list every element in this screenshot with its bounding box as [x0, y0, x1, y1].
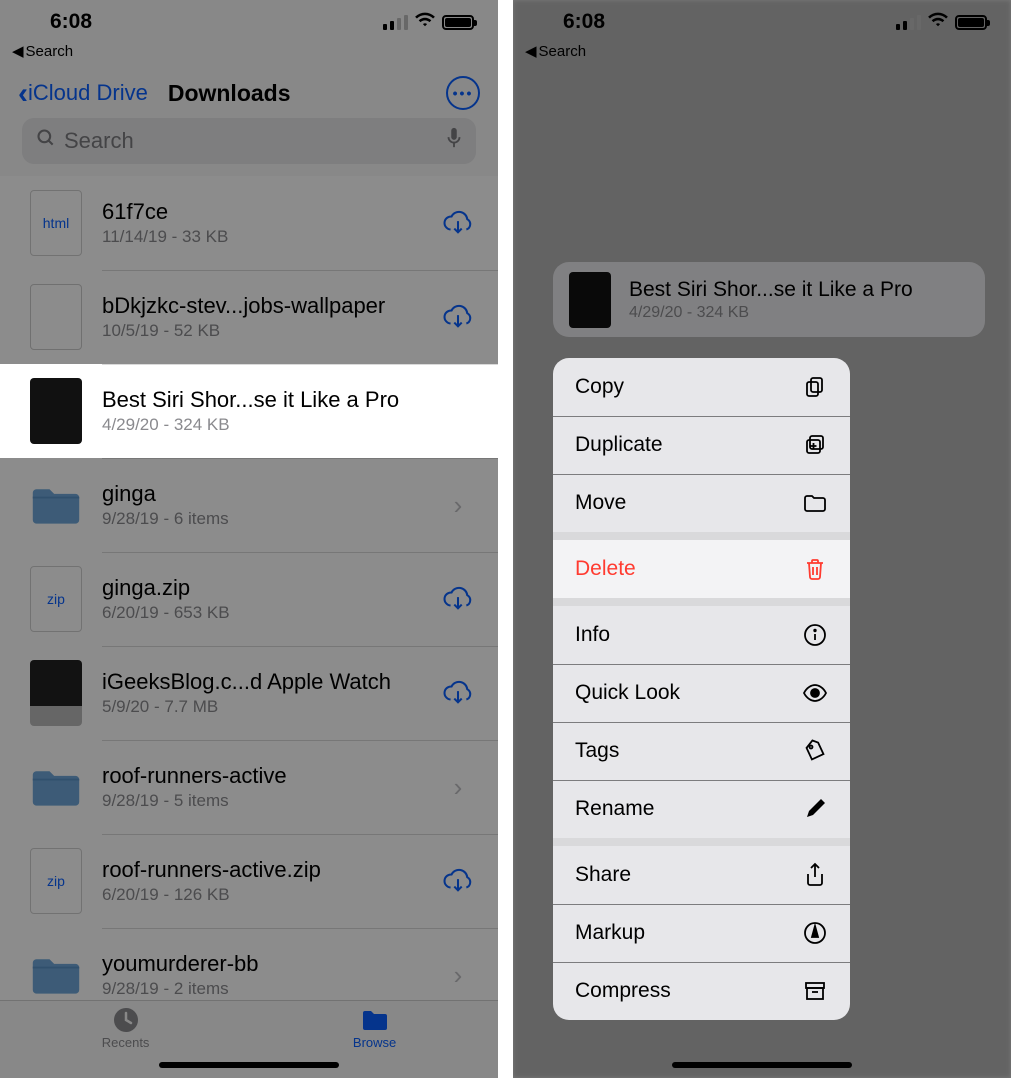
preview-title: Best Siri Shor...se it Like a Pro — [629, 278, 969, 302]
menu-move-label: Move — [575, 491, 626, 515]
battery-icon — [955, 15, 987, 30]
menu-markup[interactable]: Markup — [553, 904, 850, 962]
menu-copy[interactable]: Copy — [553, 358, 850, 416]
file-meta: 4/29/20 - 324 KB — [102, 415, 438, 435]
menu-quicklook[interactable]: Quick Look — [553, 664, 850, 722]
back-to-app[interactable]: ◀ Search — [525, 42, 586, 60]
menu-tags-label: Tags — [575, 739, 619, 763]
info-icon — [802, 622, 828, 648]
home-indicator[interactable] — [672, 1062, 852, 1068]
dim-overlay — [0, 0, 498, 1078]
file-thumb — [569, 272, 611, 328]
copy-icon — [802, 374, 828, 400]
pencil-icon — [802, 796, 828, 822]
archive-icon — [802, 978, 828, 1004]
menu-markup-label: Markup — [575, 921, 645, 945]
preview-meta: 4/29/20 - 324 KB — [629, 304, 969, 322]
menu-rename-label: Rename — [575, 797, 654, 821]
context-preview-card[interactable]: Best Siri Shor...se it Like a Pro 4/29/2… — [553, 262, 985, 337]
back-caret-icon: ◀ — [525, 42, 537, 60]
menu-info[interactable]: Info — [553, 606, 850, 664]
menu-share-label: Share — [575, 863, 631, 887]
right-screenshot: 6:08 ◀ Search Best Siri Shor...se it Lik… — [513, 0, 1011, 1078]
menu-duplicate[interactable]: Duplicate — [553, 416, 850, 474]
eye-icon — [802, 680, 828, 706]
menu-info-label: Info — [575, 623, 610, 647]
menu-duplicate-label: Duplicate — [575, 433, 663, 457]
status-time: 6:08 — [563, 10, 605, 34]
signal-icon — [896, 15, 921, 30]
duplicate-icon — [802, 432, 828, 458]
wifi-icon — [927, 10, 949, 34]
menu-compress-label: Compress — [575, 979, 671, 1003]
context-menu: Copy Duplicate Move Delete Info Quick Lo… — [553, 358, 850, 1020]
status-bar: 6:08 — [513, 0, 1011, 44]
back-to-app-label: Search — [539, 43, 587, 60]
menu-tags[interactable]: Tags — [553, 722, 850, 780]
menu-delete-label: Delete — [575, 557, 636, 581]
menu-delete[interactable]: Delete — [553, 540, 850, 598]
trash-icon — [802, 556, 828, 582]
file-name: Best Siri Shor...se it Like a Pro — [102, 387, 438, 413]
menu-rename[interactable]: Rename — [553, 780, 850, 838]
menu-copy-label: Copy — [575, 375, 624, 399]
menu-share[interactable]: Share — [553, 846, 850, 904]
file-row[interactable]: Best Siri Shor...se it Like a Pro4/29/20… — [0, 364, 498, 458]
folder-icon — [802, 490, 828, 516]
share-icon — [802, 862, 828, 888]
menu-move[interactable]: Move — [553, 474, 850, 532]
markup-icon — [802, 920, 828, 946]
menu-quicklook-label: Quick Look — [575, 681, 680, 705]
file-thumbnail — [30, 378, 82, 444]
left-screenshot: 6:08 ◀ Search ‹ iCloud Drive Downloads •… — [0, 0, 498, 1078]
tag-icon — [802, 738, 828, 764]
menu-compress[interactable]: Compress — [553, 962, 850, 1020]
